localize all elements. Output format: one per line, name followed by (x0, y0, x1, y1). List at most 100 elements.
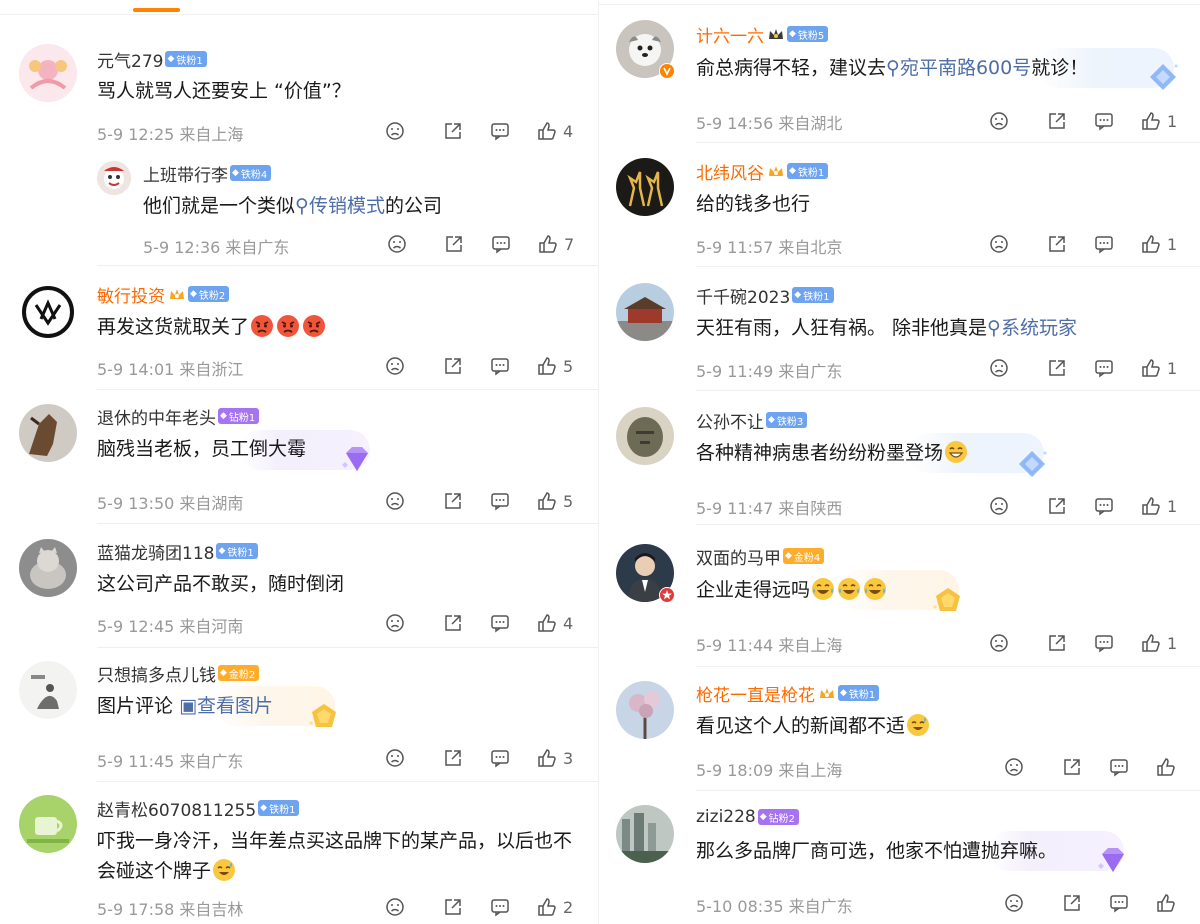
like-icon[interactable] (537, 356, 557, 376)
laugh-cry-emoji (837, 577, 861, 601)
dislike-icon[interactable] (385, 613, 405, 633)
username[interactable]: 千千碗2023 (696, 283, 790, 308)
keyword-link[interactable]: ⚲宛平南路600号 (886, 57, 1031, 79)
sweat-laugh-emoji (212, 858, 236, 882)
gem-icon (1096, 846, 1130, 876)
user-avatar[interactable] (616, 805, 674, 863)
dislike-icon[interactable] (989, 496, 1009, 516)
share-icon[interactable] (1062, 757, 1082, 777)
username[interactable]: 计六一六 (696, 22, 764, 47)
share-icon[interactable] (443, 356, 463, 376)
fan-badge: ◆ 铁粉3 (766, 412, 808, 428)
share-icon[interactable] (1047, 633, 1067, 653)
comment-icon[interactable] (490, 748, 510, 768)
dislike-icon[interactable] (989, 358, 1009, 378)
user-avatar[interactable] (19, 44, 77, 102)
comment-icon[interactable] (491, 234, 511, 254)
comment-text: 企业走得远吗 (696, 575, 888, 605)
user-avatar[interactable] (19, 283, 77, 341)
user-avatar[interactable] (19, 539, 77, 597)
comment-icon[interactable] (490, 613, 510, 633)
fan-badge: ◆ 金粉2 (218, 665, 260, 681)
like-icon[interactable] (1156, 757, 1176, 777)
comment-text: 骂人就骂人还要安上 “价值”？ (97, 80, 351, 102)
fan-badge: ◆ 钻粉1 (218, 408, 260, 424)
like-icon[interactable] (1141, 358, 1161, 378)
username[interactable]: 枪花一直是枪花 (696, 681, 815, 706)
share-icon[interactable] (1062, 893, 1082, 913)
username[interactable]: 上班带行李 (143, 161, 228, 186)
comment-icon[interactable] (490, 121, 510, 141)
share-icon[interactable] (1047, 111, 1067, 131)
dislike-icon[interactable] (1004, 757, 1024, 777)
keyword-link[interactable]: ⚲传销模式 (295, 195, 385, 217)
dislike-icon[interactable] (1004, 893, 1024, 913)
like-icon[interactable] (537, 613, 557, 633)
share-icon[interactable] (443, 897, 463, 917)
view-image-link[interactable]: ▣查看图片 (179, 695, 273, 717)
user-avatar[interactable] (19, 404, 77, 462)
username[interactable]: 退休的中年老头 (97, 404, 216, 429)
username[interactable]: 元气279 (97, 47, 163, 72)
share-icon[interactable] (1047, 358, 1067, 378)
like-icon[interactable] (1141, 234, 1161, 254)
share-icon[interactable] (443, 121, 463, 141)
dislike-icon[interactable] (387, 234, 407, 254)
username[interactable]: zizi228 (696, 807, 756, 827)
comment-icon[interactable] (490, 491, 510, 511)
like-icon[interactable] (537, 491, 557, 511)
user-avatar[interactable] (616, 681, 674, 739)
dislike-icon[interactable] (989, 633, 1009, 653)
dislike-icon[interactable] (385, 491, 405, 511)
share-icon[interactable] (443, 613, 463, 633)
like-icon[interactable] (537, 121, 557, 141)
username[interactable]: 只想搞多点儿钱 (97, 661, 216, 686)
comment-meta: 5-9 11:47 来自陕西 (696, 499, 843, 518)
user-avatar[interactable] (616, 407, 674, 465)
share-icon[interactable] (444, 234, 464, 254)
comment-meta: 5-9 14:56 来自湖北 (696, 114, 843, 133)
dislike-icon[interactable] (989, 111, 1009, 131)
comment-icon[interactable] (1109, 757, 1129, 777)
username[interactable]: 双面的马甲 (696, 544, 781, 569)
user-avatar[interactable] (19, 795, 77, 853)
like-icon[interactable] (1141, 111, 1161, 131)
comment-icon[interactable] (490, 897, 510, 917)
comment-icon[interactable] (490, 356, 510, 376)
username[interactable]: 赵青松6070811255 (97, 796, 256, 821)
share-icon[interactable] (1047, 496, 1067, 516)
user-avatar[interactable] (616, 158, 674, 216)
dislike-icon[interactable] (989, 234, 1009, 254)
dislike-icon[interactable] (385, 748, 405, 768)
comment-icon[interactable] (1094, 358, 1114, 378)
like-icon[interactable] (1141, 633, 1161, 653)
like-icon[interactable] (537, 897, 557, 917)
dislike-icon[interactable] (385, 897, 405, 917)
user-avatar[interactable] (19, 661, 77, 719)
comment-icon[interactable] (1094, 633, 1114, 653)
username[interactable]: 北纬风谷 (696, 159, 764, 184)
fan-badge: ◆ 铁粉1 (787, 163, 829, 179)
share-icon[interactable] (1047, 234, 1067, 254)
username[interactable]: 敏行投资 (97, 282, 165, 307)
username[interactable]: 公孙不让 (696, 408, 764, 433)
comment-text: 再发这货就取关了 (97, 312, 327, 342)
comment-icon[interactable] (1094, 496, 1114, 516)
dislike-icon[interactable] (385, 121, 405, 141)
fan-badge: ◆ 铁粉2 (188, 286, 230, 302)
share-icon[interactable] (443, 748, 463, 768)
crown-icon (767, 25, 785, 43)
share-icon[interactable] (443, 491, 463, 511)
comment-icon[interactable] (1109, 893, 1129, 913)
like-icon[interactable] (537, 748, 557, 768)
reply-avatar[interactable] (97, 161, 131, 195)
username[interactable]: 蓝猫龙骑团118 (97, 539, 214, 564)
like-icon[interactable] (1156, 893, 1176, 913)
keyword-link[interactable]: ⚲系统玩家 (987, 317, 1077, 339)
comment-icon[interactable] (1094, 234, 1114, 254)
comment-icon[interactable] (1094, 111, 1114, 131)
dislike-icon[interactable] (385, 356, 405, 376)
like-icon[interactable] (1141, 496, 1161, 516)
user-avatar[interactable] (616, 283, 674, 341)
like-icon[interactable] (538, 234, 558, 254)
